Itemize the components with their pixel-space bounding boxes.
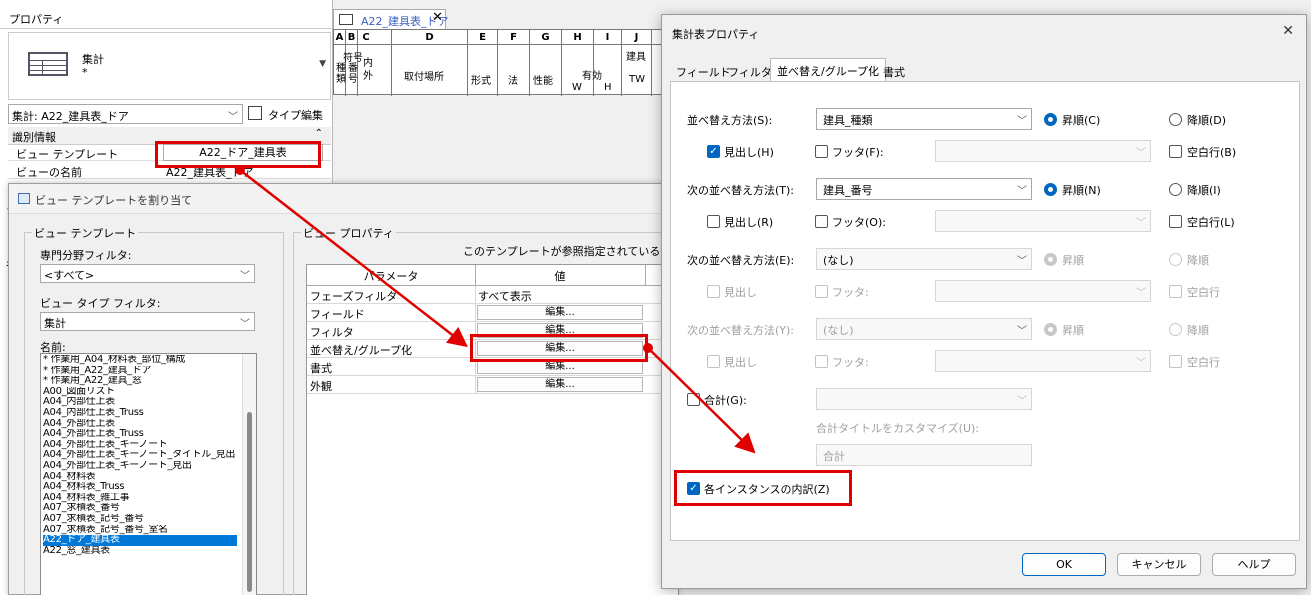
annotation-arrows (235, 165, 756, 454)
arrow-to-sort-row (239, 169, 468, 348)
arrow-to-itemize (647, 347, 756, 454)
